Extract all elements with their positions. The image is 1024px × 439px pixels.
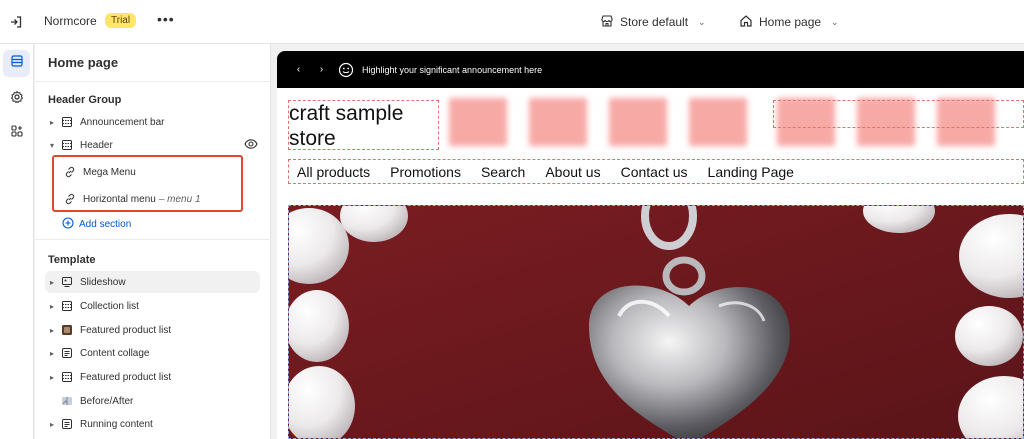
store-preview: ‹ › Highlight your significant announcem… — [272, 44, 1024, 439]
section-featured-product-list[interactable]: ▸ Featured product list — [45, 319, 260, 341]
exit-icon[interactable] — [6, 12, 26, 32]
store-header: craft sample store All products Promotio… — [277, 88, 1024, 208]
chevron-right-icon[interactable]: ▸ — [45, 373, 59, 382]
header-group-label: Header Group — [48, 94, 122, 106]
theme-settings-tab[interactable] — [3, 86, 30, 113]
chevron-right-icon[interactable]: ▸ — [45, 349, 59, 358]
divider — [35, 81, 271, 82]
template-label: Template — [48, 254, 96, 266]
section-label: Announcement bar — [80, 116, 165, 128]
add-section-label: Add section — [79, 219, 132, 230]
top-bar: Normcore Trial ••• Store default ⌄ Home … — [0, 0, 1024, 44]
chevron-right-icon[interactable]: ▸ — [45, 118, 59, 127]
menu-item-all-products[interactable]: All products — [297, 164, 370, 180]
section-label: Collection list — [80, 300, 139, 312]
section-label: Content collage — [80, 347, 150, 359]
section-collection-list[interactable]: ▸ Collection list — [45, 295, 260, 317]
section-layout-icon — [59, 138, 75, 152]
sections-panel: Home page Header Group ▸ Announcement ba… — [35, 44, 271, 439]
sections-icon — [10, 54, 24, 73]
store-selector-label: Store default — [620, 15, 689, 29]
section-featured-product-list-2[interactable]: ▸ Featured product list — [45, 366, 260, 388]
hero-product-photo — [289, 206, 1023, 438]
section-label: Header — [80, 139, 113, 151]
chevron-right-icon[interactable]: ▸ — [45, 302, 59, 311]
apps-icon — [10, 124, 24, 143]
chevron-left-icon[interactable]: ‹ — [292, 64, 305, 75]
section-announcement-bar[interactable]: ▸ Announcement bar — [45, 111, 260, 133]
sections-tab[interactable] — [3, 50, 30, 77]
menu-item-about-us[interactable]: About us — [545, 164, 600, 180]
preview-frame: ‹ › Highlight your significant announcem… — [277, 51, 1024, 439]
panel-title: Home page — [48, 55, 119, 70]
gear-icon — [10, 90, 24, 109]
text-block-icon — [59, 346, 75, 360]
store-selector[interactable]: Store default ⌄ — [600, 12, 706, 32]
store-icon — [600, 14, 614, 31]
chevron-down-icon: ⌄ — [698, 16, 706, 27]
section-layout-icon — [59, 370, 75, 384]
section-label: Featured product list — [80, 371, 172, 383]
store-name: Normcore — [44, 14, 97, 28]
home-icon — [739, 14, 753, 31]
slideshow-hero-image[interactable] — [288, 205, 1024, 439]
header-search-area[interactable] — [773, 100, 1024, 128]
announcement-text: Highlight your significant announcement … — [362, 64, 543, 75]
menu-item-contact-us[interactable]: Contact us — [621, 164, 688, 180]
section-label: Featured product list — [80, 324, 172, 336]
more-actions-button[interactable]: ••• — [157, 11, 175, 27]
section-header[interactable]: ▾ Header — [45, 134, 260, 156]
section-label: Before/After — [80, 395, 134, 407]
plus-circle-icon — [62, 217, 74, 232]
section-before-after[interactable]: Before/After — [45, 390, 260, 412]
apps-tab[interactable] — [3, 120, 30, 147]
page-selector[interactable]: Home page ⌄ — [739, 12, 839, 32]
section-slideshow[interactable]: ▸ Slideshow — [45, 271, 260, 293]
image-compare-icon — [59, 394, 75, 408]
trial-badge: Trial — [105, 13, 137, 28]
section-layout-icon — [59, 115, 75, 129]
section-running-content[interactable]: ▸ Running content — [45, 413, 260, 435]
main-menu: All products Promotions Search About us … — [288, 159, 1024, 184]
page-selector-label: Home page — [759, 15, 822, 29]
menu-item-landing-page[interactable]: Landing Page — [708, 164, 794, 180]
section-content-collage[interactable]: ▸ Content collage — [45, 342, 260, 364]
slideshow-icon — [59, 275, 75, 289]
announcement-bar[interactable]: ‹ › Highlight your significant announcem… — [277, 51, 1024, 88]
chevron-right-icon[interactable]: › — [315, 64, 328, 75]
chevron-down-icon[interactable]: ▾ — [45, 141, 59, 150]
smiley-icon — [338, 62, 354, 78]
eye-icon[interactable] — [244, 138, 258, 153]
section-label: Running content — [80, 418, 153, 430]
section-label: Slideshow — [80, 276, 126, 288]
chevron-right-icon[interactable]: ▸ — [45, 278, 59, 287]
section-layout-icon — [59, 299, 75, 313]
chevron-down-icon: ⌄ — [831, 16, 839, 27]
add-section-button[interactable]: Add section — [62, 217, 131, 232]
text-block-icon — [59, 417, 75, 431]
product-thumbnail-icon — [59, 323, 75, 337]
highlight-annotation — [52, 155, 243, 212]
menu-item-promotions[interactable]: Promotions — [390, 164, 461, 180]
store-logo-text[interactable]: craft sample store — [288, 100, 439, 150]
chevron-right-icon[interactable]: ▸ — [45, 326, 59, 335]
left-rail — [0, 44, 34, 439]
chevron-right-icon[interactable]: ▸ — [45, 420, 59, 429]
menu-item-search[interactable]: Search — [481, 164, 525, 180]
divider — [35, 239, 271, 240]
